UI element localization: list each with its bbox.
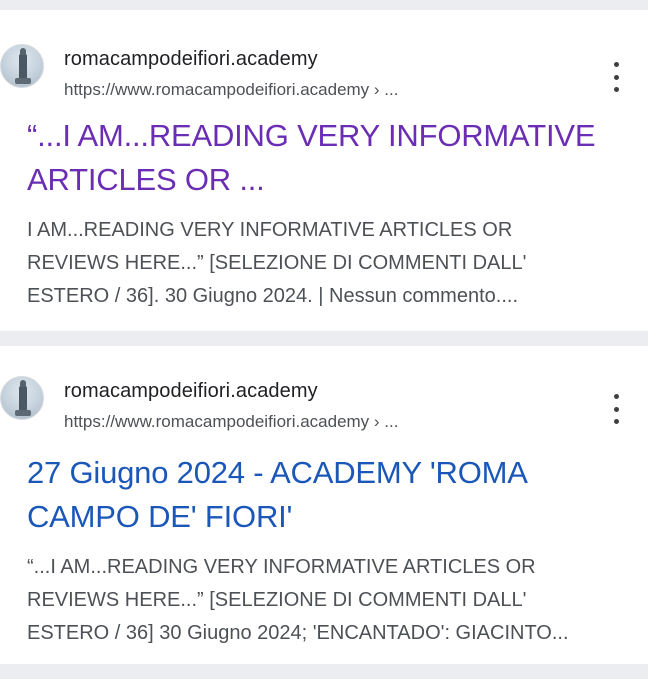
more-options-icon[interactable]	[606, 62, 626, 92]
snippet-line: REVIEWS HERE...” [SELEZIONE DI COMMENTI …	[27, 589, 527, 611]
result-title-line[interactable]: “...I AM...READING VERY INFORMATIVE	[27, 114, 608, 158]
result-snippet: “...I AM...READING VERY INFORMATIVE ARTI…	[27, 551, 624, 650]
result-title-link[interactable]: 27 Giugno 2024 - ACADEMY 'ROMA CAMPO DE'…	[27, 451, 608, 539]
result-title-link[interactable]: “...I AM...READING VERY INFORMATIVE ARTI…	[27, 114, 608, 202]
snippet-line: ESTERO / 36] 30 Giugno 2024; 'ENCANTADO'…	[27, 622, 569, 644]
result-title-line[interactable]: ARTICLES OR ...	[27, 158, 608, 202]
result-url[interactable]: https://www.romacampodeifiori.academy › …	[64, 80, 398, 100]
result-title-line[interactable]: 27 Giugno 2024 - ACADEMY 'ROMA	[27, 451, 608, 495]
snippet-line: ESTERO / 36]. 30 Giugno 2024. | Nessun c…	[27, 285, 518, 307]
site-favicon-icon[interactable]	[0, 44, 44, 88]
result-title-line[interactable]: CAMPO DE' FIORI'	[27, 495, 608, 539]
result-site-name[interactable]: romacampodeifiori.academy	[64, 48, 318, 71]
result-site-name[interactable]: romacampodeifiori.academy	[64, 380, 318, 403]
snippet-line: I AM...READING VERY INFORMATIVE ARTICLES…	[27, 219, 513, 241]
result-url[interactable]: https://www.romacampodeifiori.academy › …	[64, 412, 398, 432]
snippet-line: REVIEWS HERE...” [SELEZIONE DI COMMENTI …	[27, 252, 527, 274]
result-snippet: I AM...READING VERY INFORMATIVE ARTICLES…	[27, 214, 624, 313]
top-divider	[0, 0, 648, 10]
site-favicon-icon[interactable]	[0, 376, 44, 420]
snippet-line: “...I AM...READING VERY INFORMATIVE ARTI…	[27, 556, 536, 578]
more-options-icon[interactable]	[606, 394, 626, 424]
